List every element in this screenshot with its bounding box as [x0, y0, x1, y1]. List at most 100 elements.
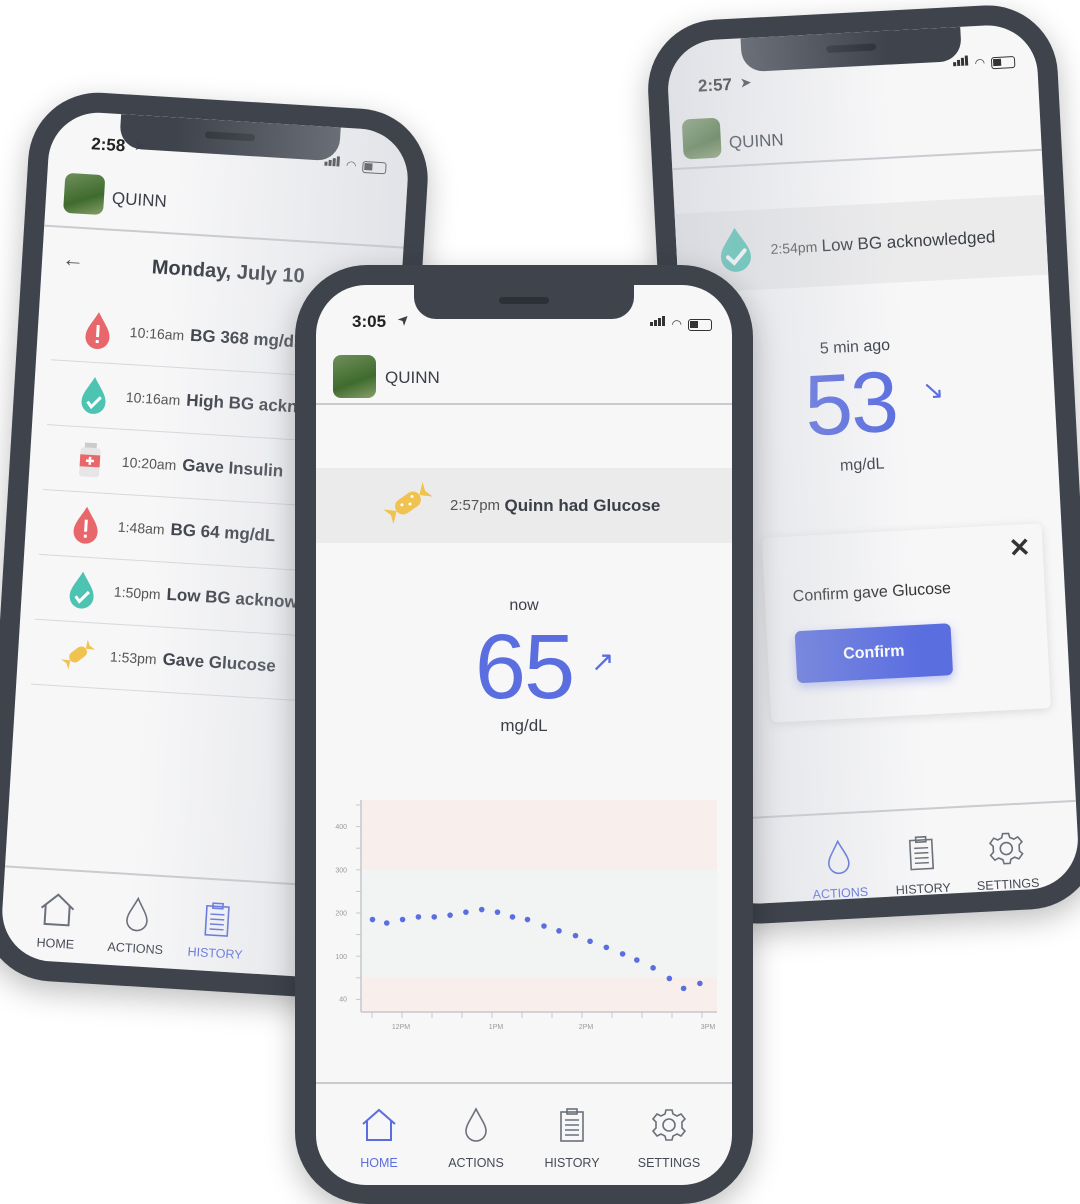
nav-history[interactable]: HISTORY — [544, 1156, 599, 1170]
home-icon[interactable] — [37, 891, 77, 934]
divider — [44, 224, 404, 249]
trend-arrow-icon: ↗ — [591, 646, 615, 677]
nav-divider — [316, 1082, 732, 1084]
data-point — [369, 916, 376, 923]
check-drop-icon — [73, 374, 115, 416]
nav-actions[interactable]: ACTIONS — [107, 940, 163, 957]
data-point — [634, 957, 640, 963]
data-point — [447, 912, 453, 918]
drop-icon[interactable] — [463, 1107, 489, 1148]
battery-icon — [362, 160, 387, 175]
location-icon: ➤ — [739, 73, 752, 91]
status-time: 3:05 — [352, 312, 387, 331]
nav-settings[interactable]: SETTINGS — [638, 1156, 701, 1170]
data-point — [509, 914, 516, 920]
history-time: 1:50pm — [113, 583, 162, 603]
data-point — [556, 928, 562, 934]
history-text: Low BG acknowle — [166, 584, 313, 613]
banner-time: 2:57pm — [450, 497, 501, 514]
nav-home[interactable]: HOME — [36, 935, 74, 951]
history-time: 10:16am — [125, 388, 181, 409]
data-point — [541, 923, 547, 929]
history-time: 10:20am — [121, 453, 177, 474]
nav-history[interactable]: HISTORY — [895, 881, 951, 898]
nav-actions[interactable]: ACTIONS — [812, 885, 868, 902]
data-point — [619, 951, 626, 957]
check-drop-icon — [717, 225, 754, 278]
nav-history[interactable]: HISTORY — [187, 945, 243, 962]
gear-icon[interactable] — [987, 830, 1025, 873]
unit-label: mg/dL — [839, 455, 885, 475]
alert-drop-icon — [77, 309, 119, 351]
status-icons: ◠ — [952, 50, 1016, 71]
battery-icon — [688, 319, 712, 331]
confirm-button[interactable]: Confirm — [794, 623, 954, 684]
glucose-chart: 40 100 200 300 400 12PM 1PM 2PM 3PM — [335, 800, 717, 1031]
event-banner: 2:57pm Quinn had Glucose — [316, 468, 732, 543]
signal-icon — [323, 153, 341, 172]
data-point — [431, 914, 438, 920]
data-point — [463, 909, 469, 915]
nav-actions[interactable]: ACTIONS — [448, 1156, 504, 1170]
target-range-band — [361, 870, 717, 978]
data-point — [572, 932, 579, 939]
center-phone-screen: 3:05 ➤ ◠ QUINN 2:57pm Quinn had Glucose … — [316, 285, 732, 1185]
nav-home[interactable]: HOME — [360, 1156, 398, 1170]
data-point — [524, 916, 531, 923]
user-name: QUINN — [385, 368, 440, 387]
reading-value: 53 — [802, 353, 899, 455]
battery-icon — [990, 56, 1016, 70]
history-text: BG 368 mg/dL — [189, 325, 305, 352]
data-point — [494, 909, 501, 915]
divider — [316, 403, 732, 405]
reading-value: 65 — [474, 616, 575, 718]
y-tick-label: 400 — [335, 824, 347, 831]
check-drop-icon — [61, 568, 103, 610]
x-tick-label: 1PM — [489, 1024, 504, 1031]
avatar[interactable] — [333, 355, 376, 398]
insulin-vial-icon — [69, 441, 111, 479]
clipboard-icon[interactable] — [559, 1107, 585, 1148]
clipboard-icon[interactable] — [907, 834, 935, 876]
home-icon[interactable] — [360, 1107, 398, 1148]
data-point — [650, 965, 656, 971]
avatar[interactable] — [63, 172, 106, 216]
y-tick-label: 40 — [339, 997, 347, 1004]
reading-age: now — [509, 597, 539, 614]
nav-settings[interactable]: SETTINGS — [977, 876, 1040, 893]
gear-icon[interactable] — [651, 1107, 687, 1148]
notch — [119, 114, 341, 162]
drop-icon[interactable] — [123, 896, 151, 939]
event-banner: 2:54pm Low BG acknowledged — [674, 194, 1049, 294]
wifi-icon: ◠ — [345, 157, 357, 173]
clipboard-icon[interactable] — [203, 901, 231, 944]
status-icons: ◠ — [323, 153, 387, 175]
data-point — [680, 985, 687, 992]
drop-icon[interactable] — [825, 839, 853, 881]
y-tick-label: 200 — [335, 911, 347, 918]
user-name: QUINN — [111, 188, 168, 212]
history-text: Gave Insulin — [181, 455, 284, 481]
x-tick-label: 12PM — [392, 1024, 410, 1031]
unit-label: mg/dL — [500, 716, 548, 735]
divider — [672, 148, 1042, 170]
close-icon[interactable]: ✕ — [1008, 532, 1031, 564]
alert-drop-icon — [65, 504, 107, 546]
y-tick-label: 100 — [335, 954, 347, 961]
status-icons: ◠ — [649, 313, 712, 331]
data-point — [603, 944, 610, 951]
trend-arrow-icon: ↘ — [921, 374, 945, 406]
banner-time: 2:54pm — [770, 238, 818, 258]
candy-icon — [57, 635, 99, 673]
low-range-band — [361, 977, 717, 1012]
date-title: Monday, July 10 — [151, 256, 306, 288]
data-point — [666, 975, 673, 982]
avatar[interactable] — [681, 117, 722, 160]
candy-icon — [382, 480, 434, 531]
banner-text: Low BG acknowledged — [821, 227, 996, 256]
back-arrow-icon[interactable]: ← — [61, 246, 84, 273]
x-tick-label: 2PM — [579, 1024, 594, 1031]
data-point — [587, 938, 593, 945]
notch — [414, 285, 634, 319]
history-time: 1:53pm — [109, 648, 158, 668]
